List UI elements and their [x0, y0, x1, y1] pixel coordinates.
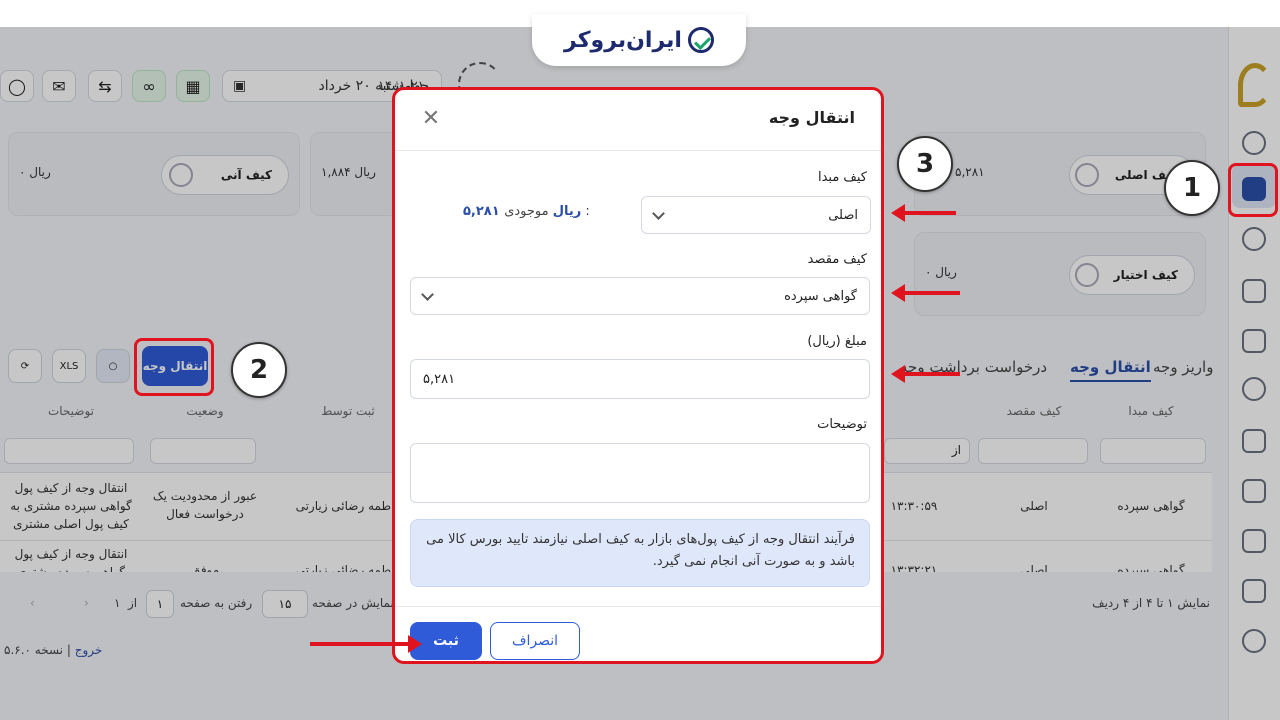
step-badge-3: 3 — [897, 136, 953, 192]
brand-chart-icon — [687, 27, 714, 53]
brand-name: ایران‌بروکر — [564, 27, 682, 53]
notes-textarea[interactable] — [410, 443, 870, 503]
dest-wallet-select[interactable]: گواهی سپرده — [410, 277, 870, 315]
source-wallet-select[interactable]: اصلی — [641, 196, 871, 234]
arrow-submit — [310, 635, 422, 653]
source-wallet-label: کیف مبدا — [817, 170, 867, 185]
source-wallet-value: اصلی — [828, 207, 858, 223]
dest-wallet-label: کیف مقصد — [807, 252, 867, 267]
transfer-modal: انتقال وجه ✕ کیف مبدا اصلی ۵,۲۸۱ ریال مو… — [392, 87, 884, 664]
dest-wallet-value: گواهی سپرده — [784, 288, 857, 304]
divider — [395, 606, 881, 607]
brand-logo: ایران‌بروکر — [532, 14, 746, 66]
arrow-amount — [891, 365, 960, 383]
chevron-down-icon — [421, 288, 434, 301]
cancel-button[interactable]: انصراف — [490, 622, 580, 660]
close-icon[interactable]: ✕ — [419, 108, 443, 132]
balance-display: ۵,۲۸۱ ریال موجودی : — [463, 204, 590, 219]
step-badge-1: 1 — [1164, 160, 1220, 216]
arrow-source — [891, 204, 956, 222]
amount-value: ۵,۲۸۱ — [423, 371, 456, 387]
amount-label: مبلغ (ریال) — [807, 334, 867, 349]
notes-label: توضیحات — [817, 417, 867, 432]
amount-input[interactable]: ۵,۲۸۱ — [410, 359, 870, 399]
arrow-dest — [891, 284, 960, 302]
info-notice: فرآیند انتقال وجه از کیف پول‌های بازار ب… — [410, 519, 870, 587]
chevron-down-icon — [652, 207, 665, 220]
highlight-transfer-button — [134, 338, 214, 396]
step-badge-2: 2 — [231, 342, 287, 398]
divider — [395, 150, 881, 151]
highlight-wallet — [1228, 163, 1278, 217]
modal-title: انتقال وجه — [768, 108, 855, 127]
